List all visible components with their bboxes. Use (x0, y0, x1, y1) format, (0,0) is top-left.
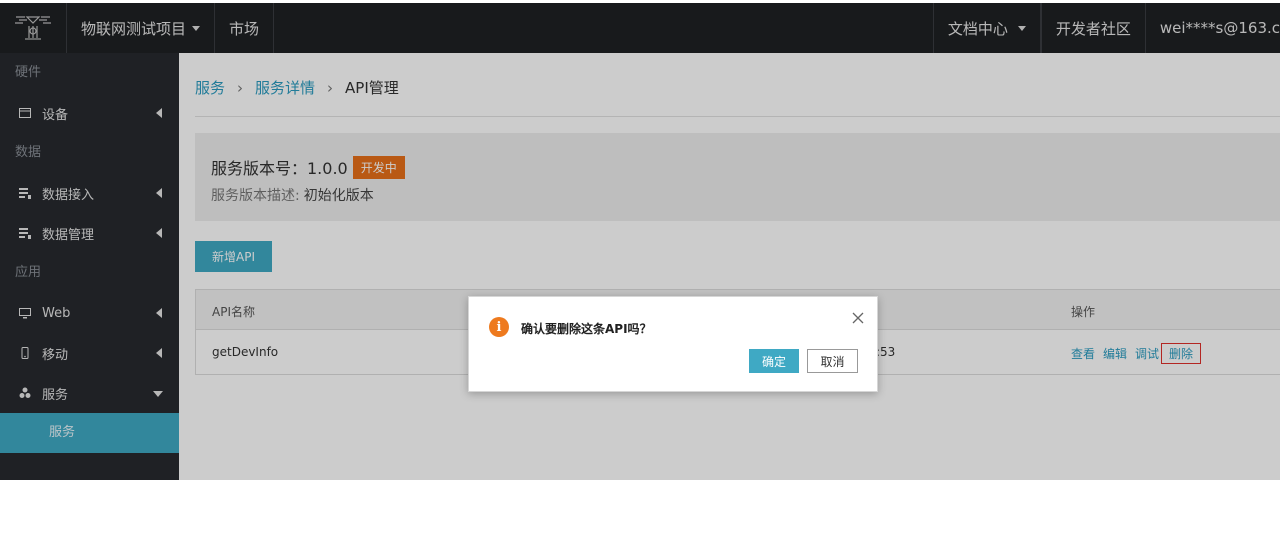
app-window: 物联网测试项目 市场 文档中心 开发者社区 wei****s@163.c 硬件 … (0, 3, 1280, 480)
confirm-button[interactable]: 确定 (749, 349, 799, 373)
dialog-message: 确认要删除这条API吗？ (521, 322, 652, 336)
close-icon[interactable] (851, 311, 865, 325)
confirm-dialog: i 确认要删除这条API吗？ 确定 取消 (468, 296, 878, 392)
warning-icon: i (489, 317, 509, 337)
modal-overlay[interactable] (0, 3, 1280, 480)
cancel-button[interactable]: 取消 (807, 349, 858, 373)
